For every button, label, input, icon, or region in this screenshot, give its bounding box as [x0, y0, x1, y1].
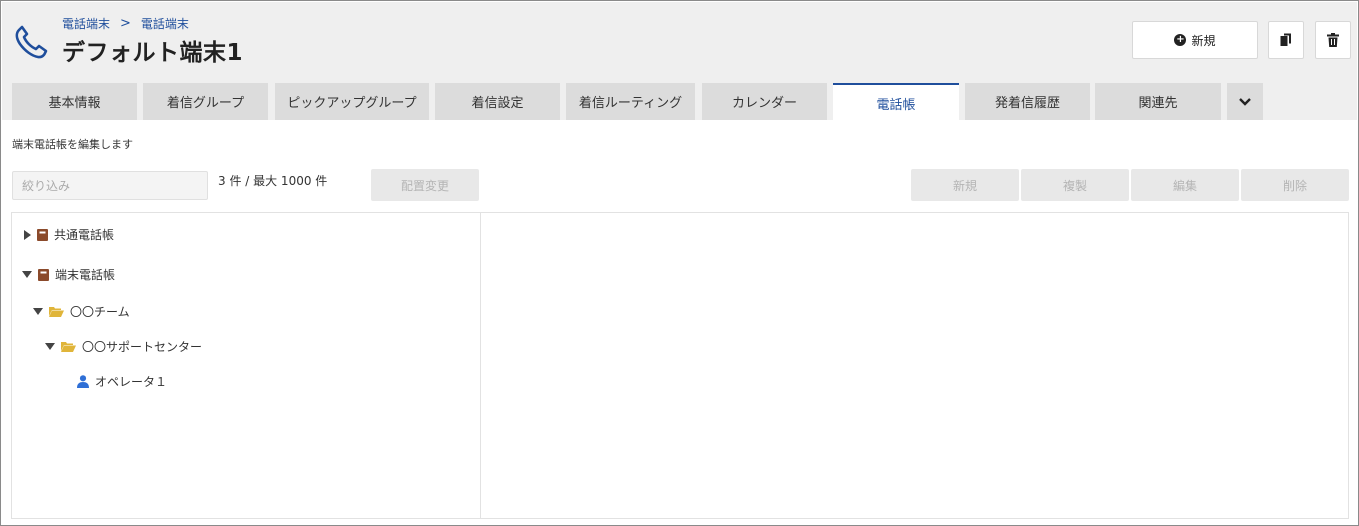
tab-basic-info[interactable]: 基本情報 — [12, 83, 137, 120]
duplicate-button[interactable]: 複製 — [1021, 169, 1129, 201]
entry-count: 3 件 / 最大 1000 件 — [218, 174, 328, 188]
book-icon — [37, 228, 48, 241]
rearrange-button[interactable]: 配置変更 — [371, 169, 479, 201]
delete-button[interactable] — [1315, 21, 1351, 59]
tab-call-history[interactable]: 発着信履歴 — [965, 83, 1090, 120]
tab-incoming-settings[interactable]: 着信設定 — [435, 83, 560, 120]
edit-button[interactable]: 編集 — [1131, 169, 1239, 201]
page-title: デフォルト端末1 — [62, 40, 244, 66]
tree-node-support-center[interactable]: 〇〇サポートセンター — [45, 338, 202, 355]
folder-open-icon — [49, 307, 64, 317]
phone-icon — [15, 25, 48, 59]
breadcrumb-item-parent[interactable]: 電話端末 — [62, 15, 110, 32]
tab-incoming-group[interactable]: 着信グループ — [143, 83, 268, 120]
filter-input[interactable] — [12, 171, 208, 200]
copy-icon — [1280, 33, 1291, 46]
copy-button[interactable] — [1268, 21, 1304, 59]
breadcrumb: 電話端末 > 電話端末 — [62, 15, 189, 32]
section-description: 端末電話帳を編集します — [12, 138, 133, 151]
tree-label-team: 〇〇チーム — [70, 305, 130, 319]
new-device-button-label: 新規 — [1191, 33, 1216, 48]
caret-down-icon[interactable] — [22, 271, 32, 278]
user-icon — [77, 375, 89, 388]
caret-down-icon[interactable] — [33, 308, 43, 315]
tab-incoming-routing[interactable]: 着信ルーティング — [566, 83, 695, 120]
new-device-button[interactable]: + 新規 — [1132, 21, 1258, 59]
app-window: 電話端末 > 電話端末 デフォルト端末1 + 新規 基本情報 着信グループ ピッ… — [0, 0, 1359, 526]
tree-node-device-phonebook[interactable]: 端末電話帳 — [22, 266, 115, 283]
tab-related[interactable]: 関連先 — [1095, 83, 1221, 120]
trash-icon — [1327, 33, 1339, 47]
tree-label-shared-phonebook: 共通電話帳 — [54, 228, 115, 242]
new-entry-button[interactable]: 新規 — [911, 169, 1019, 201]
tab-calendar[interactable]: カレンダー — [702, 83, 827, 120]
tab-more-button[interactable] — [1227, 83, 1263, 120]
tab-pickup-group[interactable]: ピックアップグループ — [275, 83, 429, 120]
tree-node-operator[interactable]: オペレータ１ — [77, 373, 167, 390]
caret-down-icon[interactable] — [45, 343, 55, 350]
tree-label-support-center: 〇〇サポートセンター — [82, 340, 203, 354]
tree-label-operator: オペレータ１ — [95, 375, 168, 389]
tree-node-shared-phonebook[interactable]: 共通電話帳 — [24, 226, 114, 243]
folder-open-icon — [61, 342, 76, 352]
delete-entry-button[interactable]: 削除 — [1241, 169, 1349, 201]
chevron-down-icon — [1239, 97, 1251, 106]
book-icon — [38, 268, 49, 281]
panel-divider — [480, 213, 481, 518]
breadcrumb-item-current[interactable]: 電話端末 — [141, 15, 189, 32]
tab-phonebook[interactable]: 電話帳 — [833, 83, 959, 121]
tree-label-device-phonebook: 端末電話帳 — [55, 268, 116, 282]
tree-node-team[interactable]: 〇〇チーム — [33, 303, 130, 320]
page-header: 電話端末 > 電話端末 デフォルト端末1 + 新規 基本情報 着信グループ ピッ… — [2, 2, 1357, 121]
phonebook-panel: 共通電話帳 端末電話帳 〇〇チーム 〇〇サポートセンター オペレータ１ — [11, 212, 1349, 519]
caret-right-icon[interactable] — [24, 229, 31, 240]
breadcrumb-separator: > — [120, 16, 131, 31]
plus-circle-icon: + — [1174, 34, 1187, 46]
